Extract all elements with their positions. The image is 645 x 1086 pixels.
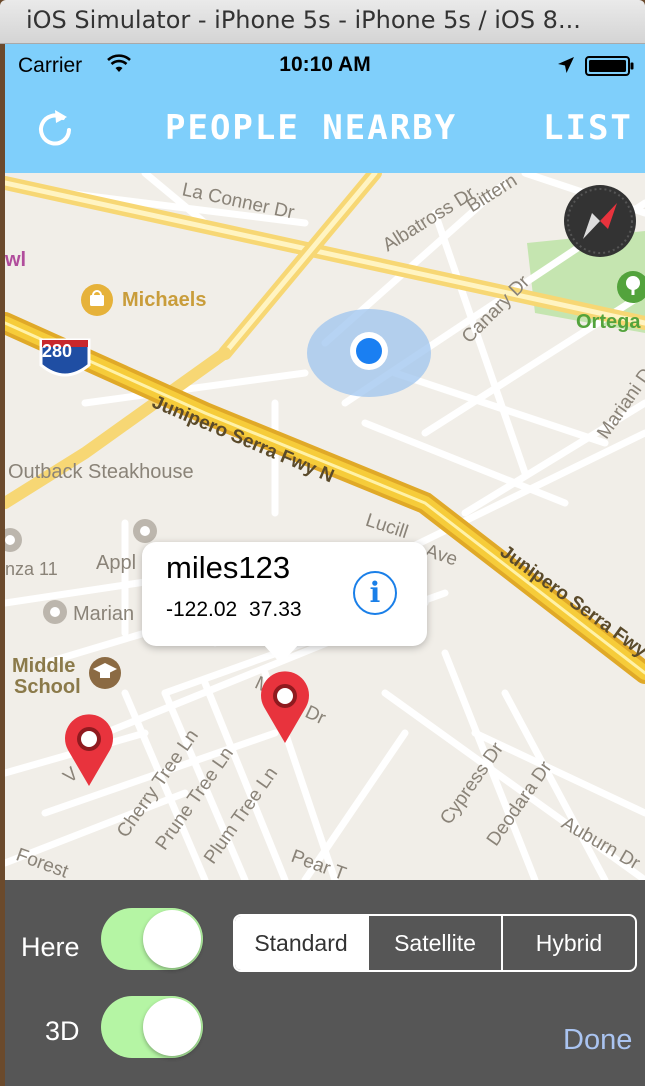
segment-standard[interactable]: Standard [235,916,367,970]
map-pin-icon[interactable] [62,714,116,788]
segment-hybrid[interactable]: Hybrid [501,916,635,970]
highway-shield-number: 280 [42,341,73,361]
here-toggle[interactable] [101,908,203,970]
shopping-bag-icon [81,284,113,316]
place-label-michaels: Michaels [122,289,207,311]
compass-icon[interactable] [564,185,636,257]
status-bar: Carrier 10:10 AM [5,44,645,84]
info-icon[interactable]: i [353,571,397,615]
map-type-segmented-control: Standard Satellite Hybrid [233,914,637,972]
place-label-middle: Middle [12,655,76,677]
three-d-label: 3D [45,1016,80,1046]
callout-coordinates: -122.02 37.33 [166,598,302,621]
done-button[interactable]: Done [563,1024,632,1057]
battery-icon [585,56,634,76]
location-arrow-icon [558,57,574,73]
place-label-apple: Appl [96,552,137,574]
map-view[interactable]: La Conner Dr Albatross Dr Bittern Canary… [5,173,645,880]
refresh-icon[interactable] [33,106,77,150]
segment-satellite[interactable]: Satellite [367,916,501,970]
map-options-toolbar: Here 3D Standard Satellite Hybrid Done [5,880,645,1086]
pin-callout[interactable]: miles123 -122.02 37.33 i [142,542,427,664]
here-label: Here [21,932,80,962]
school-icon [89,657,121,689]
map-pin-icon[interactable] [258,671,312,745]
place-label-mariani: Marian [73,603,135,625]
simulator-window-title: iOS Simulator - iPhone 5s - iPhone 5s / … [0,0,645,44]
callout-username: miles123 [166,550,291,585]
place-label-wl: wl [5,249,27,271]
list-button[interactable]: LIST [543,108,633,148]
status-time: 10:10 AM [279,53,371,76]
iphone-screen: Carrier 10:10 AM PEOPLE NEARBY LIST La C… [5,44,645,1086]
place-label-ortega: Ortega [576,311,641,333]
place-label-school: School [14,676,81,698]
navigation-bar: PEOPLE NEARBY LIST [5,84,645,173]
place-label-manza: nza 11 [5,559,58,579]
three-d-toggle[interactable] [101,996,203,1058]
page-title: PEOPLE NEARBY [165,108,458,148]
place-label-outback: Outback Steakhouse [8,461,194,483]
